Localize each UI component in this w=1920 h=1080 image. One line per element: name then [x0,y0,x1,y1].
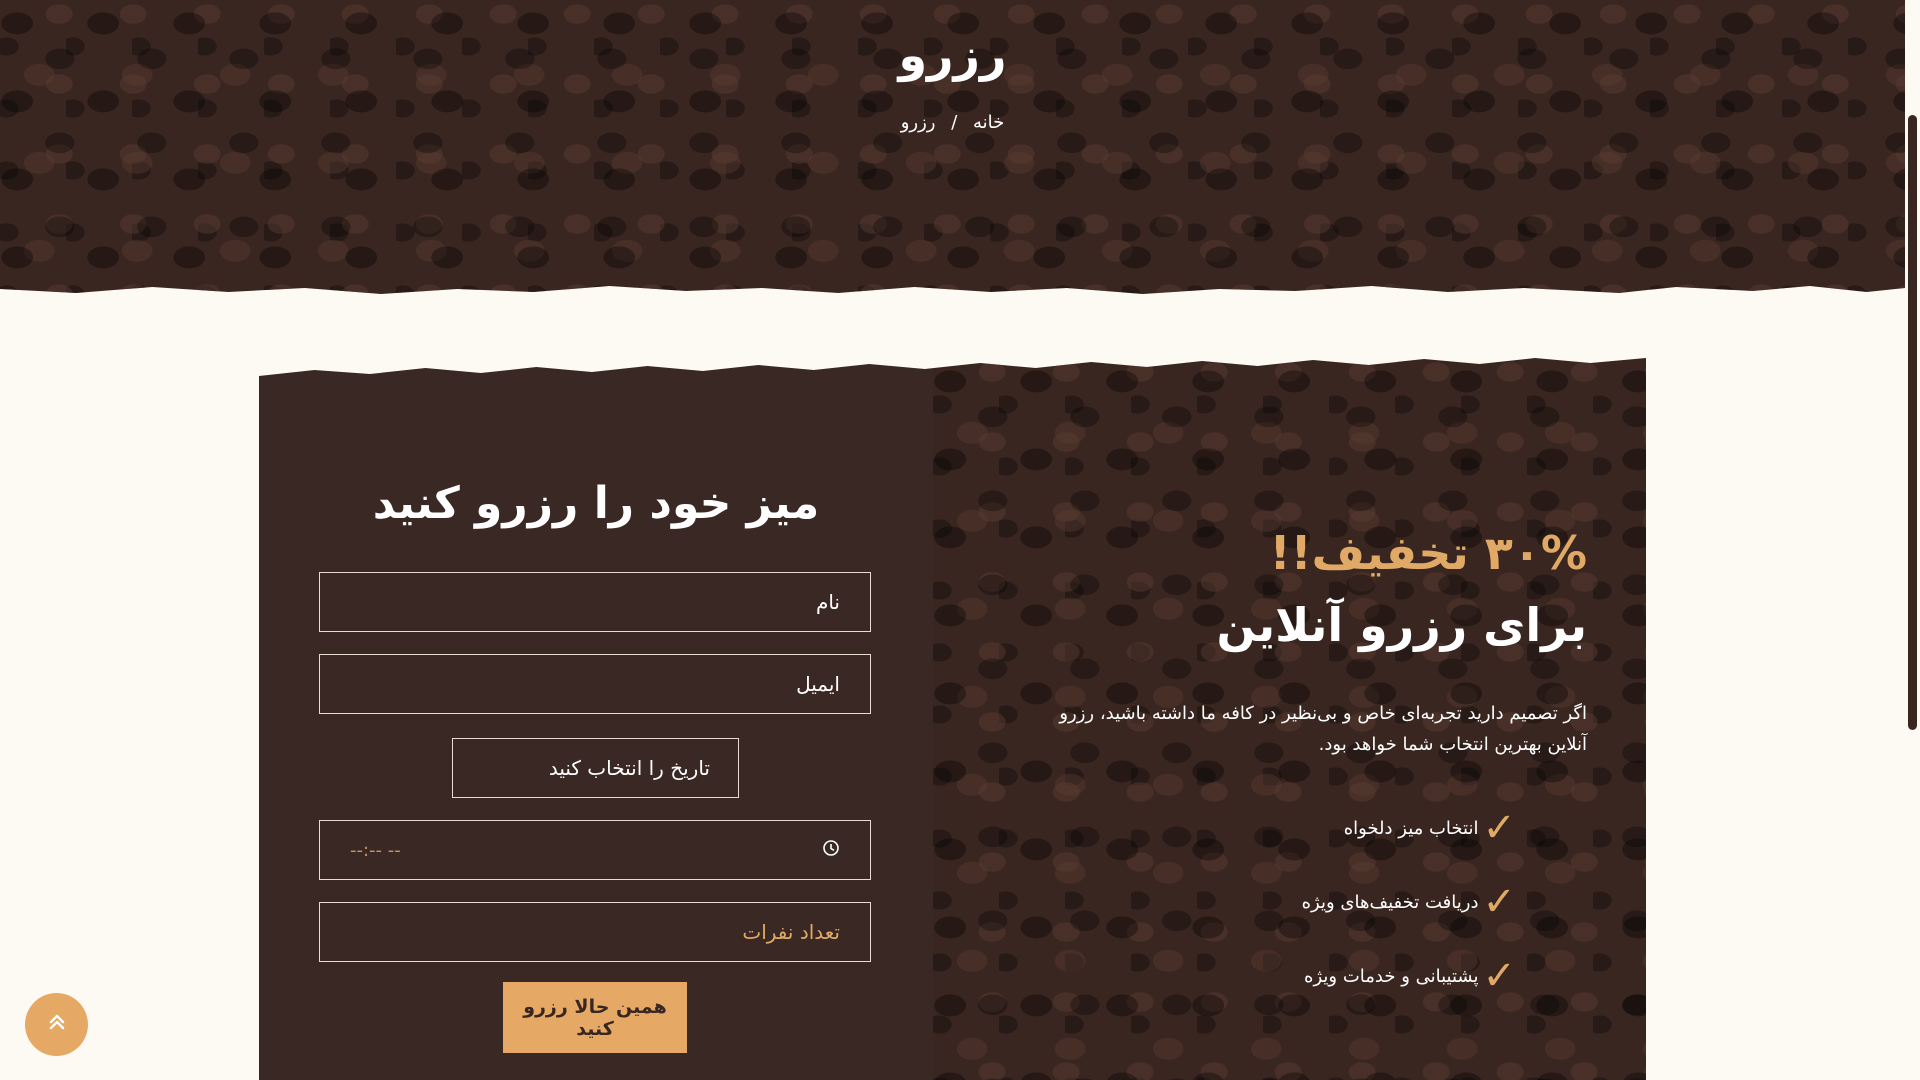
discount-heading: ۳۰% تخفیف!! [1269,526,1587,580]
breadcrumb: خانه / رزرو [0,112,1905,133]
page-scrollbar[interactable] [1905,0,1920,1080]
double-chevron-up-icon [46,1010,68,1039]
guest-count-placeholder: تعداد نفرات [742,920,840,944]
reservation-section: میز خود را رزرو کنید نام ایمیل تاریخ را … [259,358,1646,1080]
clock-icon[interactable] [822,838,840,862]
breadcrumb-home-link[interactable]: خانه [973,112,1004,133]
name-placeholder: نام [815,590,840,614]
feature-list: ✓ انتخاب میز دلخواه ✓ دریافت تخفیف‌های و… [1302,791,1516,1013]
feature-item: ✓ انتخاب میز دلخواه [1302,791,1516,865]
feature-label: پشتیبانی و خدمات ویژه [1304,965,1479,987]
scrollbar-thumb[interactable] [1908,115,1917,730]
scroll-to-top-button[interactable] [25,993,88,1056]
reserve-now-button[interactable]: همین حالا رزرو کنید [503,982,687,1053]
feature-label: دریافت تخفیف‌های ویژه [1301,891,1479,913]
form-title: میز خود را رزرو کنید [372,478,820,529]
checkmark-icon: ✓ [1482,805,1516,851]
feature-label: انتخاب میز دلخواه [1343,817,1479,839]
page-title: رزرو [898,28,1007,82]
feature-item: ✓ دریافت تخفیف‌های ویژه [1302,865,1516,939]
guest-count-field[interactable]: تعداد نفرات [319,902,871,962]
checkmark-icon: ✓ [1482,953,1516,999]
promo-description: اگر تصمیم دارید تجربه‌ای خاص و بی‌نظیر د… [1059,703,1587,755]
breadcrumb-separator: / [951,112,958,133]
breadcrumb-current: رزرو [900,112,936,133]
page-hero: رزرو خانه / رزرو [0,0,1905,294]
reservation-form-panel: میز خود را رزرو کنید نام ایمیل تاریخ را … [259,358,933,1080]
email-placeholder: ایمیل [796,672,840,696]
feature-item: ✓ پشتیبانی و خدمات ویژه [1302,939,1516,1013]
date-placeholder: تاریخ را انتخاب کنید [548,756,710,780]
checkmark-icon: ✓ [1482,879,1516,925]
promo-panel: ۳۰% تخفیف!! برای رزرو آنلاین اگر تصمیم د… [933,358,1646,1080]
name-field[interactable]: نام [319,572,871,632]
date-picker-field[interactable]: تاریخ را انتخاب کنید [452,738,739,798]
online-reservation-subheading: برای رزرو آنلاین [1216,598,1587,652]
email-field[interactable]: ایمیل [319,654,871,714]
time-value: --:-- -- [350,839,401,861]
time-field[interactable]: --:-- -- [319,820,871,880]
